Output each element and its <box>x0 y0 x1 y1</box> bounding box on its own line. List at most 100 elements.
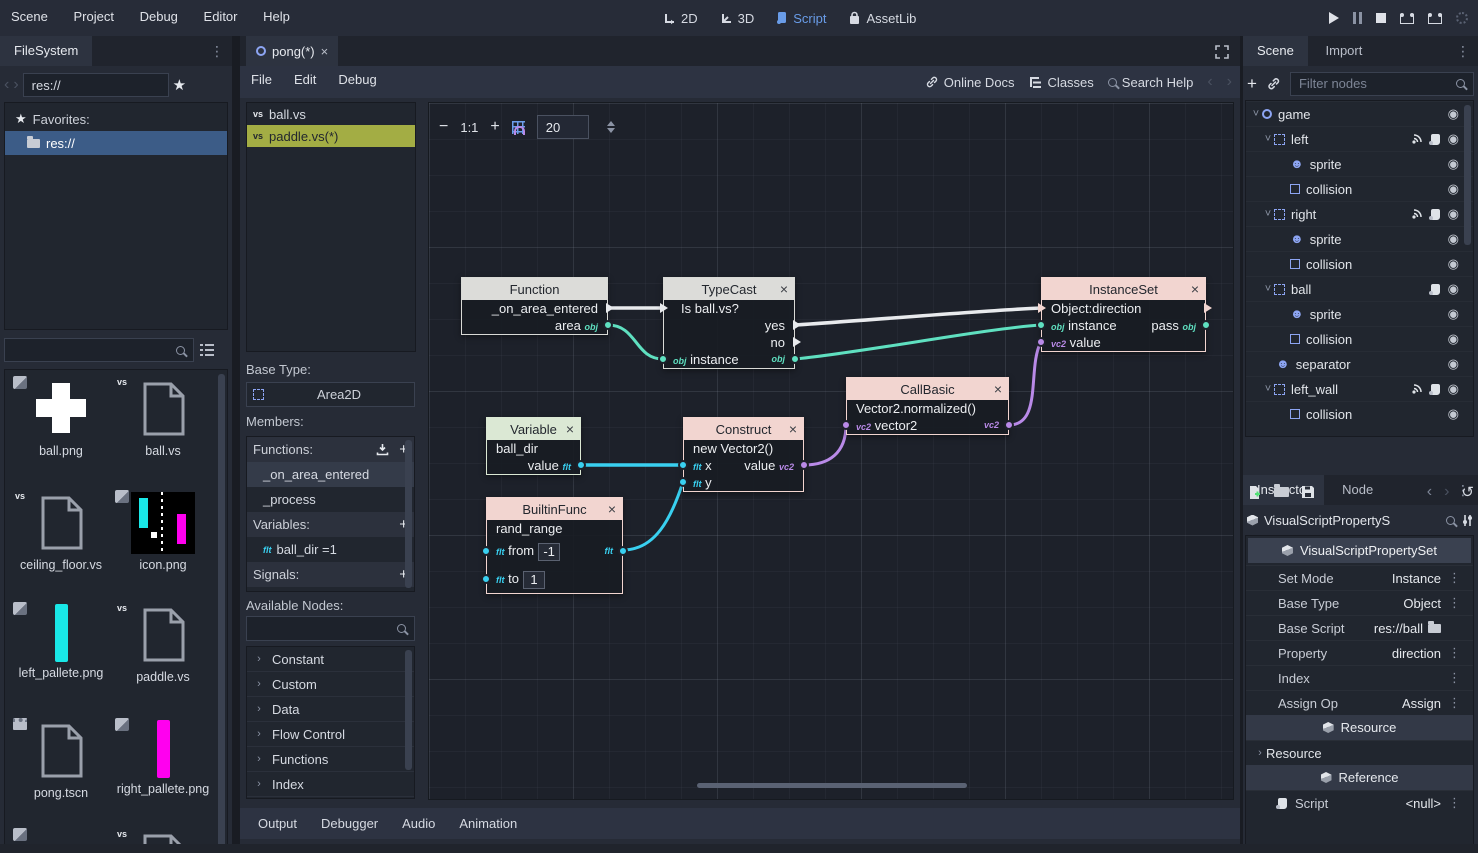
tree-row-sprite[interactable]: ☻ sprite ◉ <box>1246 151 1473 176</box>
obj-in-port[interactable] <box>1036 320 1046 330</box>
float-in-port[interactable] <box>481 574 491 584</box>
file-item[interactable]: icon.png <box>113 490 213 573</box>
obj-out-port[interactable] <box>1201 320 1211 330</box>
list-view-toggle-icon[interactable] <box>199 343 215 357</box>
section-reference[interactable]: Reference <box>1246 765 1473 790</box>
play-scene-button[interactable] <box>1400 13 1414 24</box>
visibility-eye-icon[interactable]: ◉ <box>1448 231 1459 247</box>
seq-out-port[interactable] <box>793 337 801 347</box>
seq-out-port[interactable] <box>606 303 614 313</box>
tree-row-separator[interactable]: ☻ separator ◉ <box>1246 351 1473 376</box>
script-attached-icon[interactable] <box>1431 384 1440 395</box>
search-help-button[interactable]: Search Help <box>1108 75 1194 90</box>
file-item[interactable]: pong.tscn <box>11 718 111 801</box>
vec2-in-port[interactable] <box>1036 337 1046 347</box>
snap-grid-icon[interactable] <box>512 121 525 134</box>
favorite-res-row[interactable]: res:// <box>5 131 227 155</box>
instance-scene-icon[interactable] <box>1266 76 1281 91</box>
vec2-in-port[interactable] <box>841 420 851 430</box>
file-item[interactable]: vs ceiling_floor.vs <box>11 490 111 573</box>
function-item-process[interactable]: _process <box>247 487 414 512</box>
pause-button[interactable] <box>1353 12 1362 24</box>
scene-tree-scrollbar[interactable] <box>1464 105 1471 245</box>
tab-close-icon[interactable]: × <box>321 44 329 59</box>
help-back-button[interactable]: ‹ <box>1207 73 1212 91</box>
node-variable-header[interactable]: Variable× <box>487 418 580 440</box>
script-menu-edit[interactable]: Edit <box>283 64 327 100</box>
menu-help[interactable]: Help <box>252 0 301 36</box>
visibility-eye-icon[interactable]: ◉ <box>1448 381 1459 397</box>
mode-script-button[interactable]: Script <box>768 0 834 36</box>
available-nodes-search-input[interactable] <box>246 616 415 641</box>
snap-step-spinner[interactable] <box>607 121 615 133</box>
online-docs-button[interactable]: Online Docs <box>925 75 1015 90</box>
tree-row-collision[interactable]: collision ◉ <box>1246 326 1473 351</box>
node-call-basic[interactable]: CallBasic× Vector2.normalized() vc2 vect… <box>846 377 1009 435</box>
filter-nodes-input[interactable]: Filter nodes <box>1290 72 1474 96</box>
node-instance-set[interactable]: InstanceSet× Object:direction obj instan… <box>1041 277 1206 352</box>
visual-script-graph[interactable]: − 1:1 + 20 Function _on_area_entered are… <box>428 102 1234 800</box>
zoom-reset-button[interactable]: 1:1 <box>460 120 478 135</box>
property-search-icon[interactable] <box>1446 516 1455 525</box>
tree-row-sprite[interactable]: ☻ sprite ◉ <box>1246 226 1473 251</box>
float-out-port[interactable] <box>576 460 586 470</box>
tools-icon[interactable] <box>1461 514 1474 527</box>
tree-row-collision[interactable]: collision ◉ <box>1246 251 1473 276</box>
close-node-icon[interactable]: × <box>789 418 797 440</box>
node-instance-set-header[interactable]: InstanceSet× <box>1042 278 1205 300</box>
node-typecast[interactable]: TypeCast× Is ball.vs? yes no obj instanc… <box>663 277 795 369</box>
node-typecast-header[interactable]: TypeCast× <box>664 278 794 300</box>
category-data[interactable]: ›Data <box>247 697 414 722</box>
mode-2d-button[interactable]: 2D <box>655 0 706 36</box>
wire-randrange-y[interactable] <box>623 482 683 550</box>
dock-splitter[interactable] <box>232 36 240 853</box>
tree-row-right[interactable]: ˅ right ◉ <box>1246 201 1473 226</box>
menu-editor[interactable]: Editor <box>193 0 249 36</box>
close-node-icon[interactable]: × <box>994 378 1002 400</box>
obj-out-port[interactable] <box>790 354 800 364</box>
float-in-port[interactable] <box>678 477 688 487</box>
wire-normalized-value[interactable] <box>1009 342 1041 425</box>
visibility-eye-icon[interactable]: ◉ <box>1448 106 1459 122</box>
script-menu-file[interactable]: File <box>240 64 283 100</box>
to-default-input[interactable]: 1 <box>523 571 545 589</box>
available-nodes-scrollbar[interactable] <box>405 650 412 770</box>
fs-back-button[interactable]: ‹ <box>4 76 9 94</box>
float-in-port[interactable] <box>678 460 688 470</box>
property-menu-icon[interactable]: ⋮ <box>1448 570 1461 586</box>
category-custom[interactable]: ›Custom <box>247 672 414 697</box>
tab-output[interactable]: Output <box>248 816 307 831</box>
resource-collapsed-row[interactable]: › Resource <box>1246 740 1473 765</box>
property-row-index[interactable]: Index ⋮ <box>1246 665 1473 690</box>
visibility-eye-icon[interactable]: ◉ <box>1448 281 1459 297</box>
history-back-button[interactable]: ‹ <box>1427 483 1432 501</box>
function-item-on-area-entered[interactable]: _on_area_entered <box>247 462 414 487</box>
visibility-eye-icon[interactable]: ◉ <box>1448 306 1459 322</box>
property-row-property[interactable]: Property direction ⋮ <box>1246 640 1473 665</box>
tab-debugger[interactable]: Debugger <box>311 816 388 831</box>
property-row-base-script[interactable]: Base Script res://ball <box>1246 615 1473 640</box>
history-forward-button[interactable]: › <box>1444 483 1449 501</box>
node-function[interactable]: Function _on_area_entered area obj <box>461 277 608 335</box>
visibility-eye-icon[interactable]: ◉ <box>1448 356 1459 372</box>
scene-tab-pong[interactable]: pong(*) × <box>246 36 338 66</box>
tree-row-sprite[interactable]: ☻ sprite ◉ <box>1246 301 1473 326</box>
property-menu-icon[interactable]: ⋮ <box>1448 795 1461 811</box>
tab-filesystem[interactable]: FileSystem <box>0 36 92 66</box>
new-resource-icon[interactable] <box>1247 485 1262 500</box>
load-resource-icon[interactable] <box>1274 487 1289 497</box>
snap-step-input[interactable]: 20 <box>537 115 589 139</box>
tree-row-left-wall[interactable]: ˅ left_wall ◉ <box>1246 376 1473 401</box>
object-class-header[interactable]: VisualScriptPropertySet <box>1248 538 1471 563</box>
category-flow-control[interactable]: ›Flow Control <box>247 722 414 747</box>
tree-row-game[interactable]: ˅ game ◉ <box>1246 101 1473 126</box>
section-resource[interactable]: Resource <box>1246 715 1473 740</box>
tab-animation[interactable]: Animation <box>449 816 527 831</box>
file-item[interactable]: ball.png <box>11 376 111 459</box>
property-menu-icon[interactable]: ⋮ <box>1448 645 1461 661</box>
menu-project[interactable]: Project <box>63 0 125 36</box>
obj-out-port[interactable] <box>603 320 613 330</box>
script-attached-icon[interactable] <box>1431 209 1440 220</box>
fs-path-input[interactable] <box>23 73 169 97</box>
file-item[interactable]: left_pallete.png <box>11 602 111 681</box>
